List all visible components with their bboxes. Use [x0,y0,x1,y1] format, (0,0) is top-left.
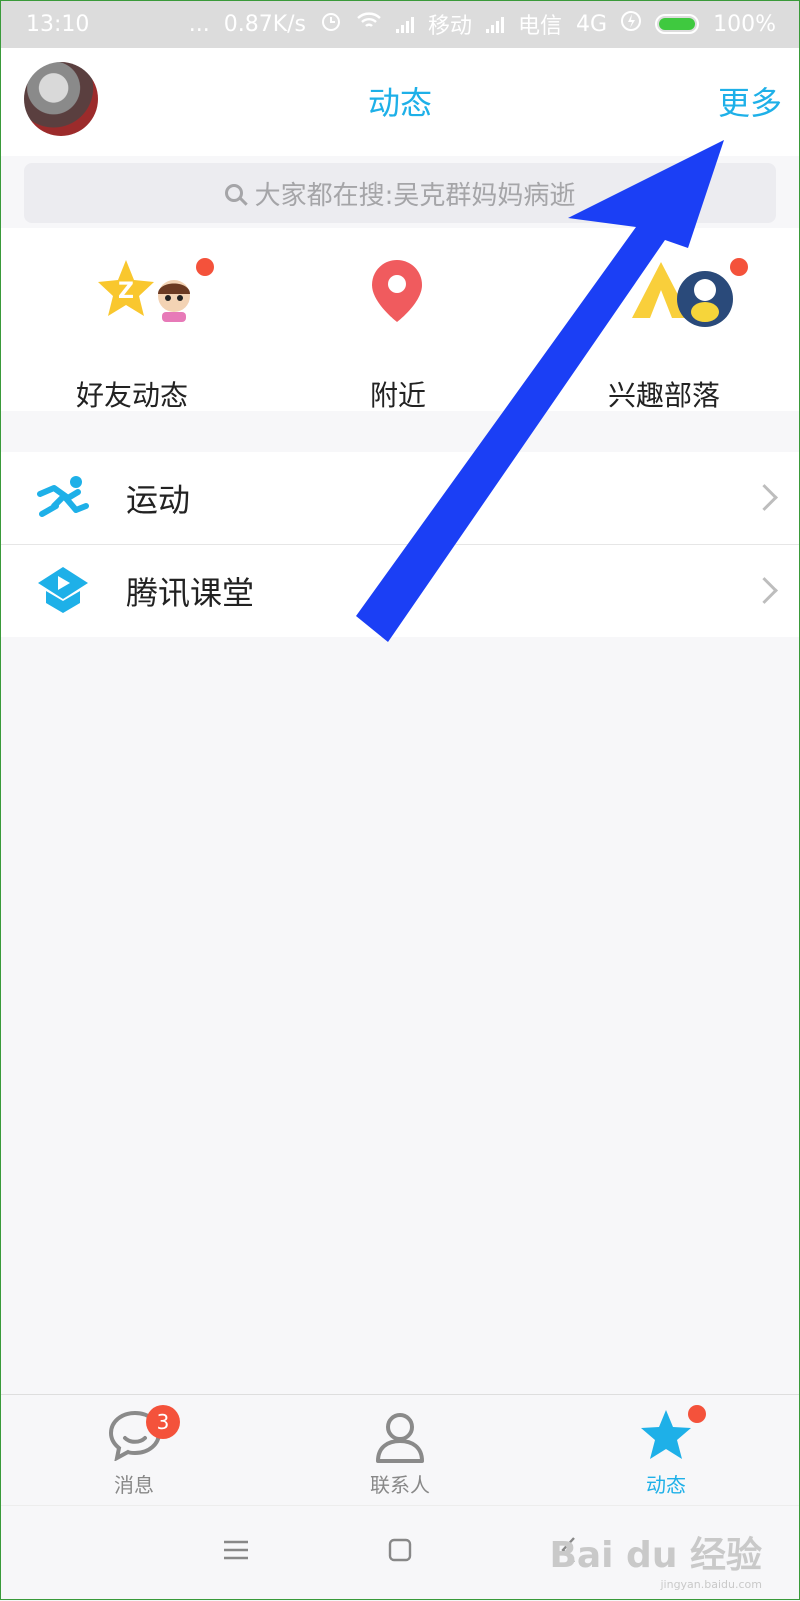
quick-entry-label: 兴趣部落 [607,379,720,412]
watermark-main: Bai du 经验 [549,1535,762,1576]
network-type: 4G [576,11,608,37]
carrier-2: 电信 [518,14,563,39]
tab-label: 动态 [646,1473,686,1497]
star-icon [641,1410,691,1459]
list-item-label: 运动 [126,481,191,519]
qzone-star-icon: Z [98,260,154,316]
tab-label: 消息 [114,1473,154,1497]
battery-percent: 100% [713,11,776,37]
quick-entry-label: 好友动态 [75,379,188,412]
battery-icon [655,14,700,34]
tencent-classroom-icon [38,567,88,613]
menu-icon[interactable] [224,1540,248,1560]
chevron-right-icon [751,577,778,604]
svg-text:Z: Z [118,279,134,304]
unread-badge: 3 [146,1405,180,1439]
quick-entry-label: 附近 [369,379,426,412]
search-placeholder: 大家都在搜:吴克群妈妈病逝 [254,180,576,211]
notification-dot [730,258,748,276]
feature-list: 运动 腾讯课堂 [0,452,800,637]
home-icon[interactable] [388,1538,412,1562]
tribe-avatar-icon [677,271,733,327]
watermark: Bai du 经验 jingyan.baidu.com [549,1526,762,1591]
notification-dot [196,258,214,276]
alarm-icon [320,10,342,38]
tab-messages[interactable]: 3 消息 [34,1405,234,1501]
signal-icon [396,15,415,33]
carrier-1: 移动 [428,14,473,39]
location-pin-icon [372,260,422,322]
signal-icon-2 [486,15,505,33]
search-icon [224,184,243,202]
quick-entry-interest-tribe[interactable]: 兴趣部落 [564,258,764,418]
status-indicators: ... 0.87K/s 移动 电信 4G 100% [189,8,776,40]
list-item-tencent-classroom[interactable]: 腾讯课堂 [0,545,800,637]
quick-entry-friends-feed[interactable]: Z 好友动态 [32,258,232,418]
running-icon [37,476,89,517]
more-button[interactable]: 更多 [718,78,782,124]
status-time: 13:10 [26,11,90,37]
contact-person-icon [376,1413,424,1463]
list-item-sports[interactable]: 运动 [0,452,800,545]
list-item-label: 腾讯课堂 [126,574,255,612]
quick-entries: Z 好友动态 附近 兴趣部落 [0,228,800,412]
chevron-right-icon [751,484,778,511]
quick-entry-nearby[interactable]: 附近 [298,258,498,418]
notification-dot [688,1405,706,1423]
wifi-icon [356,11,382,37]
watermark-sub: jingyan.baidu.com [660,1578,762,1591]
friend-avatar-icon [149,273,199,323]
status-dots: ... [188,11,210,37]
tab-contacts[interactable]: 联系人 [300,1405,500,1501]
status-bar: 13:10 ... 0.87K/s 移动 电信 4G 100% [0,0,800,48]
tab-feed[interactable]: 动态 [566,1405,766,1501]
network-speed: 0.87K/s [223,11,307,37]
search-bar[interactable]: 大家都在搜:吴克群妈妈病逝 [24,163,776,223]
bottom-tab-bar: 3 消息 联系人 动态 [0,1394,800,1505]
charging-icon [621,10,642,38]
tab-label: 联系人 [370,1473,430,1497]
page-title: 动态 [367,84,432,122]
header: 动态 更多 [0,48,800,156]
system-nav-bar: Bai du 经验 jingyan.baidu.com [0,1505,800,1601]
